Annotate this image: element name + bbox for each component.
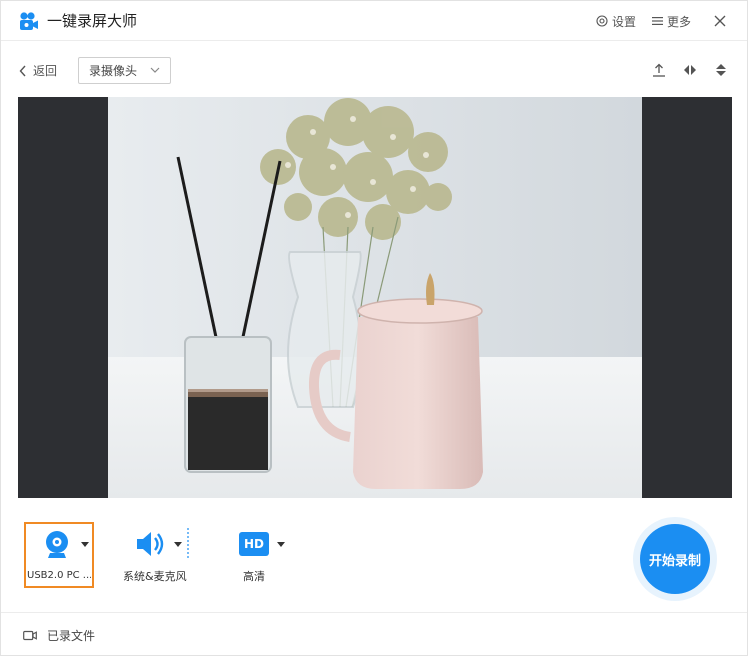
audio-level-meter (187, 528, 189, 558)
recorded-files-link[interactable]: 已录文件 (23, 627, 95, 644)
quality-label: 高清 (243, 570, 265, 583)
audio-dropdown-caret[interactable] (174, 542, 182, 547)
audio-source-label: 系统&麦克风 (123, 570, 187, 583)
close-icon[interactable] (713, 14, 727, 28)
control-bar: USB2.0 PC ... 系统&麦克风 HD 高清 开始录制 (1, 506, 747, 606)
back-chevron-icon (19, 65, 26, 76)
more-label: 更多 (666, 14, 691, 29)
speaker-icon (137, 532, 164, 556)
webcam-icon (46, 531, 68, 558)
flip-horizontal-button[interactable] (682, 62, 698, 78)
quality-button[interactable]: HD 高清 (231, 528, 291, 590)
hd-icon: HD (239, 532, 269, 556)
capture-mode-select[interactable]: 录摄像头 (78, 57, 171, 84)
export-button[interactable] (651, 62, 667, 78)
chevron-down-icon (150, 67, 160, 73)
toolbar: 返回 录摄像头 (1, 42, 747, 98)
camera-source-button[interactable]: USB2.0 PC ... (24, 522, 94, 588)
title-bar: 一键录屏大师 设置 更多 (1, 1, 747, 41)
start-recording-button[interactable]: 开始录制 (640, 524, 710, 594)
camera-source-label: USB2.0 PC ... (27, 570, 91, 581)
app-window: 一键录屏大师 设置 更多 返回 录摄像头 USB2.0 PC ... 系统&麦克… (0, 0, 748, 656)
record-button-ring: 开始录制 (633, 517, 717, 601)
recorded-files-label: 已录文件 (47, 629, 96, 643)
app-title: 一键录屏大师 (47, 12, 138, 30)
footer: 已录文件 (1, 612, 747, 656)
camera-preview (18, 97, 732, 498)
video-file-icon (23, 630, 37, 641)
camera-dropdown-caret[interactable] (81, 542, 89, 547)
settings-button[interactable]: 设置 (596, 13, 636, 30)
app-logo-icon (20, 12, 38, 30)
more-icon (651, 17, 663, 25)
flip-vertical-icon (716, 64, 726, 76)
flip-vertical-button[interactable] (713, 62, 729, 78)
camera-feed-image (108, 97, 642, 498)
export-icon (653, 63, 665, 77)
settings-icon (596, 15, 608, 27)
camera-scene (108, 97, 642, 498)
audio-source-button[interactable]: 系统&麦克风 (119, 528, 195, 590)
back-button[interactable]: 返回 (19, 62, 57, 79)
settings-label: 设置 (611, 14, 636, 29)
quality-dropdown-caret[interactable] (277, 542, 285, 547)
hd-badge-text: HD (243, 537, 264, 551)
more-button[interactable]: 更多 (651, 13, 691, 30)
capture-mode-value: 录摄像头 (89, 64, 138, 78)
flip-horizontal-icon (684, 65, 696, 75)
back-label: 返回 (33, 64, 58, 78)
